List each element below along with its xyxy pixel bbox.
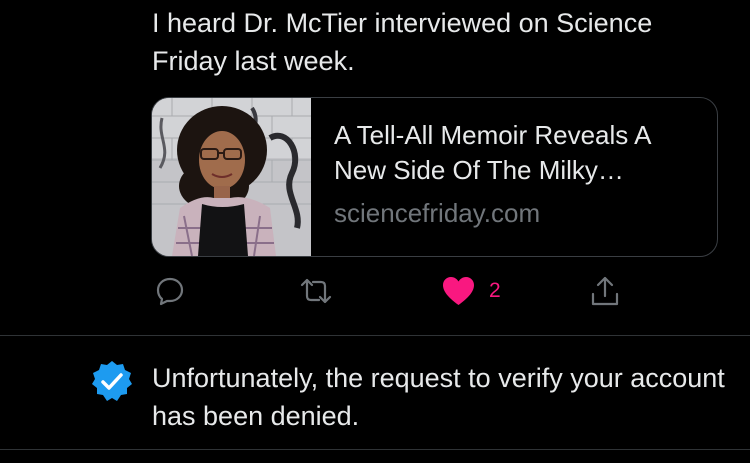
divider — [0, 449, 750, 450]
divider — [0, 335, 750, 336]
like-button[interactable]: 2 — [442, 275, 501, 307]
retweet-arrows-icon — [300, 278, 332, 304]
card-title: A Tell-All Memoir Reveals A New Side Of … — [334, 120, 650, 185]
tweet-text: I heard Dr. McTier interviewed on Scienc… — [152, 8, 653, 76]
speech-bubble-icon — [156, 277, 184, 306]
retweet-button[interactable] — [298, 275, 334, 307]
card-text-block: A Tell-All Memoir Reveals A New Side Of … — [334, 118, 704, 229]
card-thumbnail-image — [152, 98, 311, 256]
verification-notice-text: Unfortunately, the request to verify you… — [152, 363, 725, 431]
share-upload-icon — [591, 276, 619, 306]
heart-icon — [443, 277, 474, 305]
link-preview-card[interactable]: A Tell-All Memoir Reveals A New Side Of … — [151, 97, 718, 257]
reply-button[interactable] — [155, 275, 185, 307]
share-button[interactable] — [590, 275, 620, 307]
verified-badge-icon — [91, 360, 133, 402]
card-domain: sciencefriday.com — [334, 198, 541, 228]
like-count: 2 — [489, 279, 501, 302]
